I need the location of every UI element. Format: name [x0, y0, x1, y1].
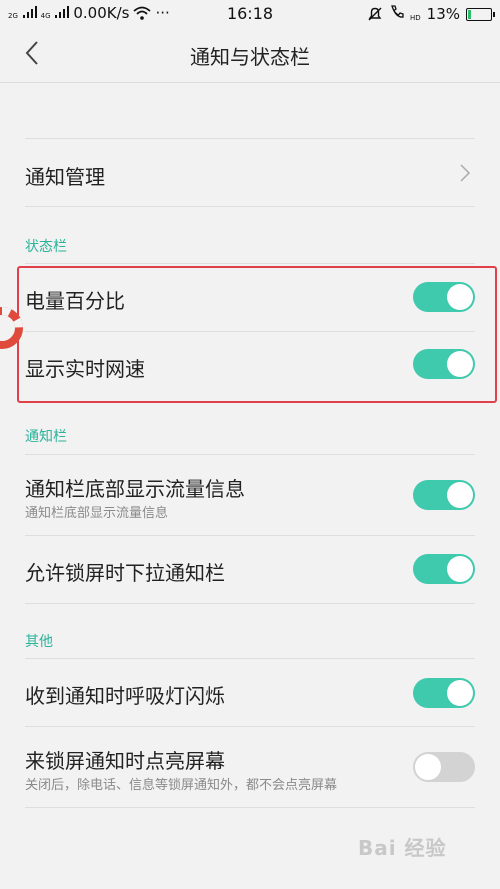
notification-management-label: 通知管理 [25, 165, 105, 189]
section-title-status-bar: 状态栏 [25, 239, 67, 255]
traffic-info-sublabel: 通知栏底部显示流量信息 [25, 506, 169, 521]
wake-screen-label: 来锁屏通知时点亮屏幕 [25, 749, 225, 773]
lifebuoy-icon [0, 307, 23, 349]
traffic-info-label: 通知栏底部显示流量信息 [25, 477, 245, 501]
wake-screen-toggle[interactable] [413, 752, 475, 782]
battery-percent: 13% [426, 5, 460, 23]
hd-label: HD [410, 14, 421, 22]
battery-fill [468, 9, 471, 19]
status-bar-right: HD 13% [367, 4, 495, 24]
nav-bar: 通知与状态栏 [0, 28, 500, 83]
hd-call-icon: HD [389, 4, 421, 24]
phone-icon [391, 5, 404, 18]
wake-screen-row: 来锁屏通知时点亮屏幕 关闭后，除电话、信息等锁屏通知外，都不会点亮屏幕 [0, 727, 500, 807]
battery-icon [466, 7, 495, 21]
divider [25, 603, 475, 604]
breathing-light-label: 收到通知时呼吸灯闪烁 [25, 684, 225, 708]
chevron-right-icon [460, 164, 471, 182]
lockscreen-pulldown-label: 允许锁屏时下拉通知栏 [25, 561, 225, 585]
red-highlight-box [17, 266, 497, 403]
notification-management-row[interactable]: 通知管理 [0, 139, 500, 206]
toggle-knob [447, 556, 473, 582]
silent-bell-icon [368, 7, 382, 21]
breathing-light-row: 收到通知时呼吸灯闪烁 [0, 659, 500, 726]
section-title-notification-bar: 通知栏 [25, 429, 67, 445]
toggle-knob [447, 482, 473, 508]
divider [25, 807, 475, 808]
traffic-info-toggle[interactable] [413, 480, 475, 510]
status-bar: 2G 4G 0.00K/s ··· 16:18 HD 13% [0, 0, 500, 28]
toggle-knob [415, 754, 441, 780]
section-title-other: 其他 [25, 634, 53, 650]
lockscreen-pulldown-toggle[interactable] [413, 554, 475, 584]
lockscreen-pulldown-row: 允许锁屏时下拉通知栏 [0, 536, 500, 603]
wake-screen-sublabel: 关闭后，除电话、信息等锁屏通知外，都不会点亮屏幕 [25, 778, 338, 793]
watermark: Bai 经验 [358, 836, 447, 860]
breathing-light-toggle[interactable] [413, 678, 475, 708]
divider [25, 206, 475, 207]
traffic-info-row: 通知栏底部显示流量信息 通知栏底部显示流量信息 [0, 455, 500, 535]
page-title: 通知与状态栏 [190, 45, 310, 69]
toggle-knob [447, 680, 473, 706]
